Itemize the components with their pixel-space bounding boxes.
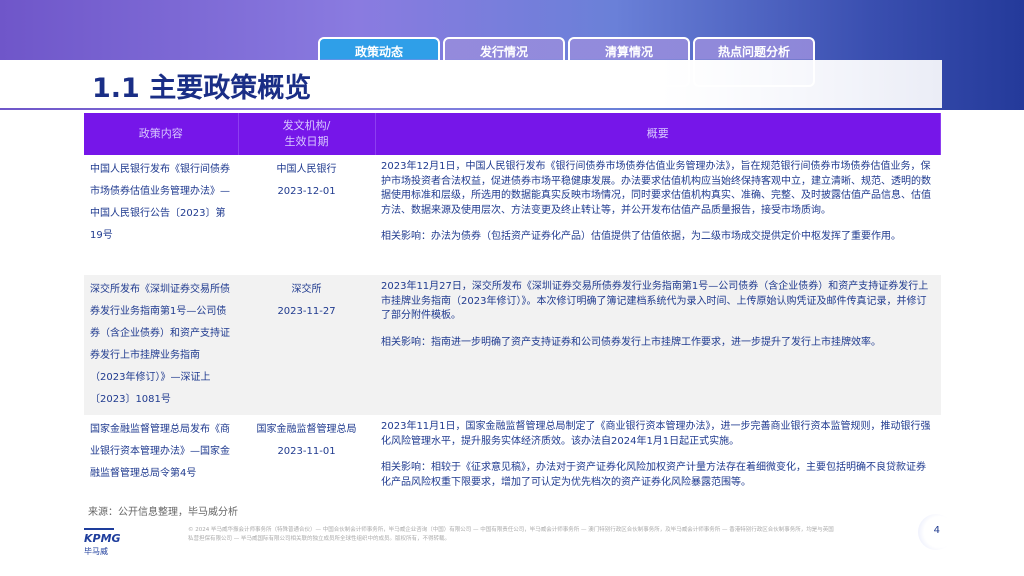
agency-date: 中国人民银行 2023-12-01	[238, 155, 375, 275]
agency: 国家金融监督管理总局	[256, 424, 357, 435]
date: 2023-12-01	[277, 186, 336, 197]
logo-cn: 毕马威	[84, 547, 108, 556]
source-note: 来源：公开信息整理，毕马威分析	[88, 507, 238, 518]
summary-text: 2023年12月1日，中国人民银行发布《银行间债券市场债券估值业务管理办法》，旨…	[381, 161, 931, 216]
impact-text: 相关影响：办法为债券（包括资产证券化产品）估值提供了估值依据，为二级市场成交提供…	[381, 231, 901, 242]
table-row: 深交所发布《深圳证券交易所债券发行业务指南第1号—公司债券（含企业债券）和资产支…	[84, 275, 941, 415]
summary-text: 2023年11月27日，深交所发布《深圳证券交易所债券发行业务指南第1号—公司债…	[381, 281, 929, 321]
policy-content: 国家金融监督管理总局发布《商业银行资本管理办法》—国家金融监督管理总局令第4号	[90, 424, 230, 479]
agency-date: 国家金融监督管理总局 2023-11-01	[238, 415, 375, 495]
policy-content: 中国人民银行发布《银行间债券市场债券估值业务管理办法》—中国人民银行公告〔202…	[90, 164, 230, 241]
agency-date: 深交所 2023-11-27	[238, 275, 375, 415]
agency: 深交所	[291, 284, 322, 295]
table-row: 中国人民银行发布《银行间债券市场债券估值业务管理办法》—中国人民银行公告〔202…	[84, 155, 941, 275]
copyright-text: © 2024 毕马威华振会计师事务所（特殊普通合伙）— 中国合伙制会计师事务所，…	[188, 527, 834, 542]
header-agency-date: 发文机构/ 生效日期	[238, 113, 376, 155]
date: 2023-11-27	[277, 306, 336, 317]
table-header: 政策内容 发文机构/ 生效日期 概要	[84, 113, 941, 155]
kpmg-logo: KPMG 毕马威	[84, 528, 121, 557]
impact-text: 相关影响：指南进一步明确了资产支持证券和公司债券发行上市挂牌工作要求，进一步提升…	[381, 336, 881, 348]
summary: 2023年11月1日，国家金融监督管理总局制定了《商业银行资本管理办法》，进一步…	[375, 415, 941, 495]
agency: 中国人民银行	[276, 164, 337, 175]
summary: 2023年11月27日，深交所发布《深圳证券交易所债券发行业务指南第1号—公司债…	[375, 275, 941, 415]
page-title: 1.1 主要政策概览	[92, 73, 312, 104]
logo-brand: KPMG	[84, 528, 121, 545]
policy-content: 深交所发布《深圳证券交易所债券发行业务指南第1号—公司债券（含企业债券）和资产支…	[84, 275, 238, 415]
header-summary: 概要	[375, 113, 941, 155]
summary-text: 2023年11月1日，国家金融监督管理总局制定了《商业银行资本管理办法》，进一步…	[381, 421, 931, 447]
impact-text: 相关影响：相较于《征求意见稿》，办法对于资产证券化风险加权资产计量方法存在着细微…	[381, 462, 926, 488]
policy-table: 政策内容 发文机构/ 生效日期 概要 中国人民银行发布《银行间债券市场债券估值业…	[84, 113, 941, 495]
page-number: 4	[918, 514, 954, 550]
table-row: 国家金融监督管理总局发布《商业银行资本管理办法》—国家金融监督管理总局令第4号 …	[84, 415, 941, 495]
date: 2023-11-01	[277, 446, 336, 457]
summary: 2023年12月1日，中国人民银行发布《银行间债券市场债券估值业务管理办法》，旨…	[375, 155, 941, 275]
header-content: 政策内容	[84, 113, 239, 155]
